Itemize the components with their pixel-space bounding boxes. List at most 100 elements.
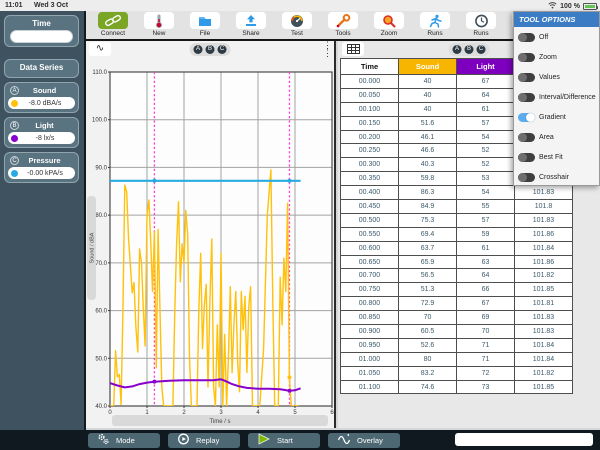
tool-option-values[interactable]: Values <box>514 67 599 87</box>
table-cell[interactable]: 67 <box>457 297 515 311</box>
table-cell[interactable]: 101.84 <box>515 338 573 352</box>
table-row[interactable]: 00.75051.366101.85 <box>341 283 573 297</box>
toggle-switch[interactable] <box>518 73 535 82</box>
overlay-button[interactable]: Overlay <box>328 433 400 448</box>
table-cell[interactable]: 00.400 <box>341 186 399 200</box>
toolbar-button-new[interactable]: New <box>136 11 182 39</box>
table-cell[interactable]: 69 <box>457 311 515 325</box>
table-cell[interactable]: 61 <box>457 241 515 255</box>
toolbar-button-runs-history[interactable]: Runs <box>458 11 504 39</box>
table-cell[interactable]: 64 <box>457 88 515 102</box>
table-cell[interactable]: 53 <box>457 172 515 186</box>
toggle-switch[interactable] <box>518 133 535 142</box>
table-cell[interactable]: 73 <box>457 380 515 394</box>
table-cell[interactable]: 101.82 <box>515 366 573 380</box>
table-cell[interactable]: 00.050 <box>341 88 399 102</box>
table-row[interactable]: 00.65065.963101.86 <box>341 255 573 269</box>
table-cell[interactable]: 101.85 <box>515 380 573 394</box>
series-c-badge[interactable]: C <box>477 45 486 54</box>
table-cell[interactable]: 00.950 <box>341 338 399 352</box>
table-cell[interactable]: 01.000 <box>341 352 399 366</box>
toolbar-button-runs-runner[interactable]: Runs <box>412 11 458 39</box>
table-cell[interactable]: 63 <box>457 255 515 269</box>
sensor-card-pressure[interactable]: CPressure-0.00 kPA/s <box>4 152 79 183</box>
sensor-card-sound[interactable]: ASound-8.0 dBA/s <box>4 82 79 113</box>
column-header-time[interactable]: Time <box>341 59 399 75</box>
table-cell[interactable]: 00.300 <box>341 158 399 172</box>
table-row[interactable]: 00.90060.570101.83 <box>341 325 573 339</box>
table-cell[interactable]: 101.83 <box>515 186 573 200</box>
table-cell[interactable]: 00.500 <box>341 213 399 227</box>
table-cell[interactable]: 101.86 <box>515 227 573 241</box>
table-row[interactable]: 00.60063.761101.84 <box>341 241 573 255</box>
table-cell[interactable]: 80 <box>399 352 457 366</box>
table-cell[interactable]: 70 <box>399 311 457 325</box>
table-cell[interactable]: 69.4 <box>399 227 457 241</box>
vertical-dots-icon[interactable]: ⋮ ⋮ <box>323 41 332 57</box>
toolbar-button-test[interactable]: Test <box>274 11 320 39</box>
start-button[interactable]: Start <box>248 433 320 448</box>
table-cell[interactable]: 72 <box>457 366 515 380</box>
table-row[interactable]: 01.0008071101.84 <box>341 352 573 366</box>
mode-button[interactable]: Mode <box>88 433 160 448</box>
table-cell[interactable]: 00.900 <box>341 325 399 339</box>
tool-option-area[interactable]: Area <box>514 127 599 147</box>
table-cell[interactable]: 40 <box>399 75 457 89</box>
table-cell[interactable]: 101.8 <box>515 200 573 214</box>
table-cell[interactable]: 46.6 <box>399 144 457 158</box>
table-row[interactable]: 00.80072.967101.81 <box>341 297 573 311</box>
chart-series-selector[interactable]: A B C <box>190 43 231 56</box>
table-cell[interactable]: 51.3 <box>399 283 457 297</box>
table-cell[interactable]: 56.5 <box>399 269 457 283</box>
table-cell[interactable]: 101.83 <box>515 213 573 227</box>
table-series-selector[interactable]: A B C <box>449 43 490 56</box>
table-cell[interactable]: 84.9 <box>399 200 457 214</box>
tool-option-best-fit[interactable]: Best Fit <box>514 147 599 167</box>
table-cell[interactable]: 101.83 <box>515 311 573 325</box>
table-cell[interactable]: 101.83 <box>515 325 573 339</box>
table-cell[interactable]: 00.850 <box>341 311 399 325</box>
table-cell[interactable]: 01.100 <box>341 380 399 394</box>
table-row[interactable]: 00.45084.955101.8 <box>341 200 573 214</box>
table-cell[interactable]: 101.85 <box>515 283 573 297</box>
table-cell[interactable]: 60.5 <box>399 325 457 339</box>
table-cell[interactable]: 59.8 <box>399 172 457 186</box>
table-cell[interactable]: 00.100 <box>341 102 399 116</box>
table-cell[interactable]: 40 <box>399 88 457 102</box>
table-row[interactable]: 00.40086.354101.83 <box>341 186 573 200</box>
table-cell[interactable]: 59 <box>457 227 515 241</box>
toolbar-button-tools[interactable]: Tools <box>320 11 366 39</box>
table-cell[interactable]: 74.6 <box>399 380 457 394</box>
table-row[interactable]: 00.8507069101.83 <box>341 311 573 325</box>
series-c-badge[interactable]: C <box>218 45 227 54</box>
toggle-switch[interactable] <box>518 173 535 182</box>
table-row[interactable]: 01.10074.673101.85 <box>341 380 573 394</box>
replay-button[interactable]: Replay <box>168 433 240 448</box>
table-cell[interactable]: 00.550 <box>341 227 399 241</box>
time-panel[interactable]: Time <box>4 15 79 47</box>
toggle-switch[interactable] <box>518 113 535 122</box>
sine-icon[interactable]: ∿ <box>89 42 111 56</box>
table-cell[interactable]: 101.84 <box>515 352 573 366</box>
tool-option-zoom[interactable]: Zoom <box>514 47 599 67</box>
series-b-badge[interactable]: B <box>206 45 215 54</box>
tool-option-crosshair[interactable]: Crosshair <box>514 167 599 187</box>
column-header-sound[interactable]: Sound <box>399 59 457 75</box>
table-cell[interactable]: 54 <box>457 130 515 144</box>
table-row[interactable]: 00.70056.564101.82 <box>341 269 573 283</box>
table-cell[interactable]: 65.9 <box>399 255 457 269</box>
toolbar-button-zoom[interactable]: Zoom <box>366 11 412 39</box>
table-cell[interactable]: 83.2 <box>399 366 457 380</box>
table-cell[interactable]: 52 <box>457 158 515 172</box>
toolbar-button-share[interactable]: Share <box>228 11 274 39</box>
toggle-switch[interactable] <box>518 93 535 102</box>
series-a-badge[interactable]: A <box>194 45 203 54</box>
table-cell[interactable]: 00.200 <box>341 130 399 144</box>
table-row[interactable]: 00.55069.459101.86 <box>341 227 573 241</box>
sensor-card-light[interactable]: BLight-8 lx/s <box>4 117 79 148</box>
toggle-switch[interactable] <box>518 153 535 162</box>
table-cell[interactable]: 00.600 <box>341 241 399 255</box>
table-row[interactable]: 00.95052.671101.84 <box>341 338 573 352</box>
toggle-switch[interactable] <box>518 53 535 62</box>
tool-option-gradient[interactable]: Gradient <box>514 107 599 127</box>
